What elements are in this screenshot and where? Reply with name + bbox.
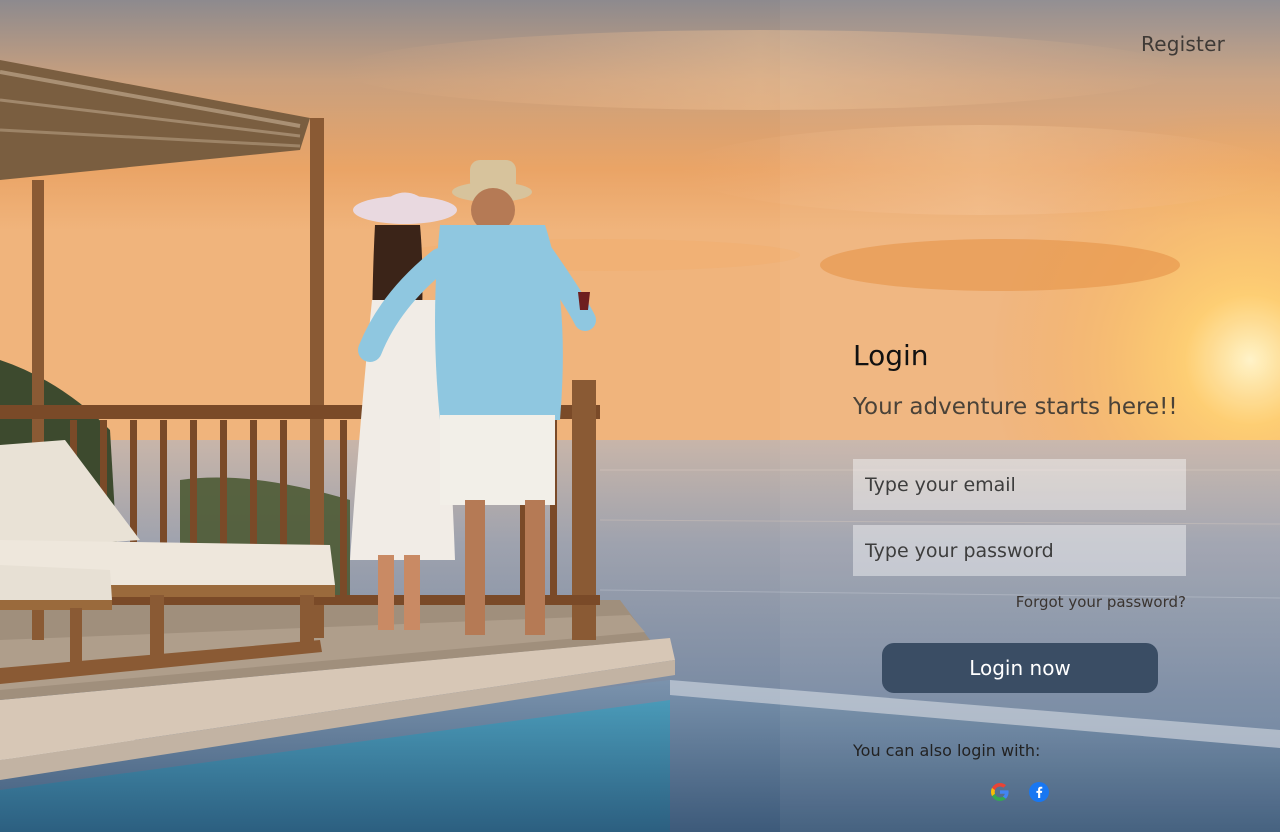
password-field[interactable] — [853, 525, 1186, 576]
alt-login-text: You can also login with: — [853, 741, 1041, 760]
facebook-icon[interactable] — [1029, 782, 1049, 802]
social-login-row — [853, 782, 1186, 802]
email-field[interactable] — [853, 459, 1186, 510]
login-title: Login — [853, 339, 929, 372]
login-button[interactable]: Login now — [882, 643, 1158, 693]
login-form: Login Your adventure starts here!! Forgo… — [853, 338, 1186, 802]
forgot-password-link[interactable]: Forgot your password? — [853, 593, 1186, 611]
login-tagline: Your adventure starts here!! — [853, 394, 1178, 420]
google-icon[interactable] — [990, 782, 1010, 802]
register-link[interactable]: Register — [1141, 32, 1225, 56]
